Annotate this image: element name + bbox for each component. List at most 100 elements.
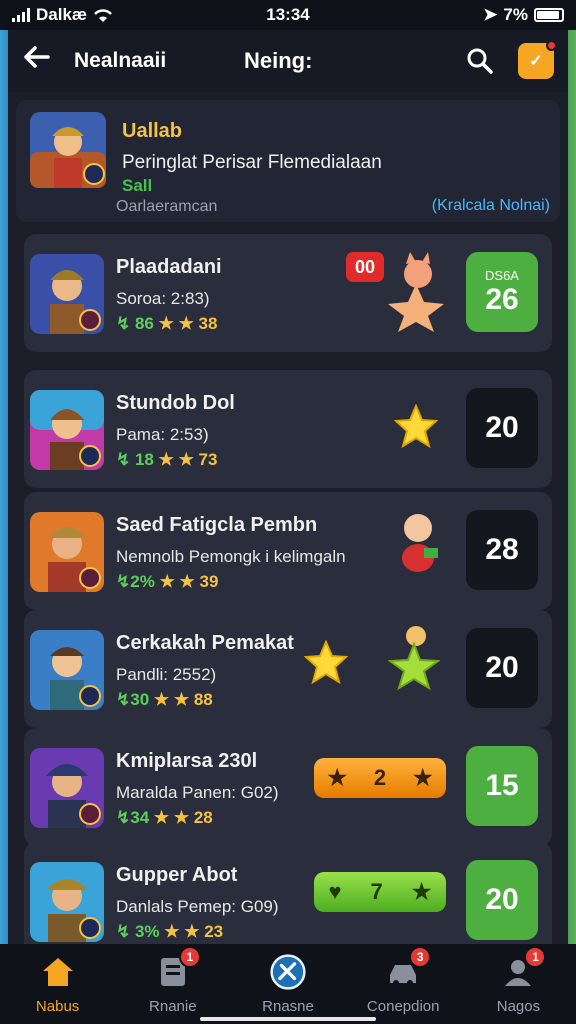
player-stats: ↯ 86 ★ ★ 38 — [116, 314, 217, 334]
bonus-button[interactable]: ★ 2 ★ — [314, 758, 446, 798]
bonus-button[interactable]: ♥ 7 ★ — [314, 872, 446, 912]
ranking-card[interactable]: Stundob Dol Pama: 2:53) ↯ 18 ★ ★ 73 20 — [24, 370, 552, 488]
player-name: Plaadadani — [116, 256, 222, 278]
stat-primary: ↯34 — [116, 808, 150, 827]
status-badge: 00 — [346, 252, 384, 282]
battery-percent: 7% — [503, 5, 528, 24]
star-icon: ★ — [412, 765, 433, 790]
player-name: Cerkakah Pemakat — [116, 632, 294, 654]
score-box: 20 — [466, 388, 538, 468]
wifi-icon — [94, 9, 112, 22]
player-detail: Maralda Panen: G02) — [116, 783, 279, 802]
player-detail: Pandli: 2552) — [116, 665, 217, 684]
notification-badge: 3 — [409, 946, 432, 968]
player-stats: ↯ 3% ★ ★ 23 — [116, 922, 223, 942]
stat-stars: ★ ★ 38 — [158, 314, 218, 333]
score-value: 20 — [485, 651, 519, 684]
stat-stars: ★ ★ 23 — [164, 922, 224, 941]
score-box: DS6A 26 — [466, 252, 538, 332]
star-icon — [304, 640, 348, 684]
stat-stars: ★ ★ 28 — [153, 808, 213, 827]
status-time: 13:34 — [266, 5, 310, 24]
nav-label: Rnasne — [262, 998, 314, 1015]
ranking-card[interactable]: Plaadadani Soroa: 2:83) ↯ 86 ★ ★ 38 00 D… — [24, 234, 552, 352]
featured-link[interactable]: (Kralcala Nolnai) — [432, 197, 550, 215]
app-header: Nealnaaii Neing: ✓ — [8, 30, 568, 92]
back-button[interactable] — [22, 42, 62, 80]
player-avatar — [30, 512, 104, 592]
bonus-value: 2 — [373, 765, 387, 790]
nav-item-battle[interactable]: Rnasne — [230, 944, 345, 1024]
featured-meta: Oarlaeramcan — [116, 198, 218, 215]
score-box: 20 — [466, 860, 538, 940]
notification-badge: 1 — [524, 946, 547, 968]
player-name: Stundob Dol — [116, 392, 235, 414]
player-stats: ↯ 18 ★ ★ 73 — [116, 450, 217, 470]
nav-item-competition[interactable]: 3 Conepdion — [346, 944, 461, 1024]
player-avatar — [30, 862, 104, 942]
search-button[interactable] — [460, 41, 500, 81]
score-value: 28 — [485, 533, 519, 566]
player-avatar — [30, 748, 104, 828]
player-avatar — [30, 390, 104, 470]
rewards-icon: ✓ — [529, 53, 543, 70]
heart-icon: ♥ — [328, 879, 342, 904]
player-detail: Nemnolb Pemongk i kelimgaln — [116, 547, 346, 566]
score-box: 28 — [466, 510, 538, 590]
mascot-icon — [402, 514, 438, 572]
score-box: 20 — [466, 628, 538, 708]
location-icon: ➤ — [483, 5, 498, 24]
signal-icon — [12, 8, 30, 22]
star-icon — [394, 404, 438, 448]
score-value: 15 — [485, 769, 519, 802]
featured-subtitle: Sall — [122, 176, 153, 195]
nav-label: Nagos — [496, 998, 541, 1015]
score-value: 20 — [485, 883, 519, 916]
nav-label: Rnanie — [149, 998, 197, 1015]
player-avatar — [30, 630, 104, 710]
stat-stars: ★ ★ 73 — [158, 450, 218, 469]
featured-name: Uallab — [122, 120, 183, 142]
score-value: 20 — [485, 411, 519, 444]
ranking-card[interactable]: Kmiplarsa 230l Maralda Panen: G02) ↯34 ★… — [24, 728, 552, 846]
player-name: Kmiplarsa 230l — [116, 750, 258, 772]
stat-primary: ↯ 18 — [116, 450, 154, 469]
nav-item-ranking[interactable]: 1 Rnanie — [115, 944, 230, 1024]
fox-mascot-icon — [388, 252, 444, 332]
arrow-left-icon — [24, 46, 50, 68]
featured-player[interactable]: Uallab Peringlat Perisar Flemedialaan Sa… — [16, 100, 560, 222]
home-icon — [42, 958, 73, 986]
stat-primary: ↯2% — [116, 572, 155, 591]
section-title: Nealnaaii — [74, 49, 167, 72]
bonus-value: 7 — [370, 879, 383, 904]
notification-dot — [546, 40, 557, 51]
ranking-list: Uallab Peringlat Perisar Flemedialaan Sa… — [8, 92, 568, 944]
nav-item-profile[interactable]: 1 Nagos — [461, 944, 576, 1024]
score-value: 26 — [485, 282, 519, 316]
player-stats: ↯34 ★ ★ 28 — [116, 808, 213, 828]
player-detail: Danlals Pemep: G09) — [116, 897, 279, 916]
swords-icon — [270, 954, 306, 990]
notification-badge: 1 — [178, 946, 201, 968]
carrier-name: Dalkæ — [36, 5, 88, 24]
bottom-nav: Nabus 1 Rnanie Rnasne 3 Conepdion 1 Nago… — [0, 944, 576, 1024]
score-box: 15 — [466, 746, 538, 826]
nav-item-home[interactable]: Nabus — [0, 944, 115, 1024]
featured-avatar — [30, 112, 106, 188]
ranking-card[interactable]: Cerkakah Pemakat Pandli: 2552) ↯30 ★ ★ 8… — [24, 610, 552, 728]
ranking-card[interactable]: Saed Fatigcla Pembn Nemnolb Pemongk i ke… — [24, 492, 552, 610]
star-icon: ★ — [327, 765, 348, 790]
stat-primary: ↯ 3% — [116, 922, 160, 941]
stat-stars: ★ ★ 39 — [159, 572, 219, 591]
ranking-card[interactable]: Gupper Abot Danlals Pemep: G09) ↯ 3% ★ ★… — [24, 842, 552, 944]
player-stats: ↯30 ★ ★ 88 — [116, 690, 213, 710]
score-tag: DS6A — [485, 267, 519, 283]
stat-primary: ↯ 86 — [116, 314, 154, 333]
stat-primary: ↯30 — [116, 690, 150, 709]
player-detail: Pama: 2:53) — [116, 425, 209, 444]
home-indicator — [200, 1017, 376, 1021]
rewards-button[interactable]: ✓ — [518, 40, 557, 79]
player-detail: Soroa: 2:83) — [116, 289, 210, 308]
player-name: Saed Fatigcla Pembn — [116, 514, 318, 536]
player-name: Gupper Abot — [116, 864, 238, 886]
